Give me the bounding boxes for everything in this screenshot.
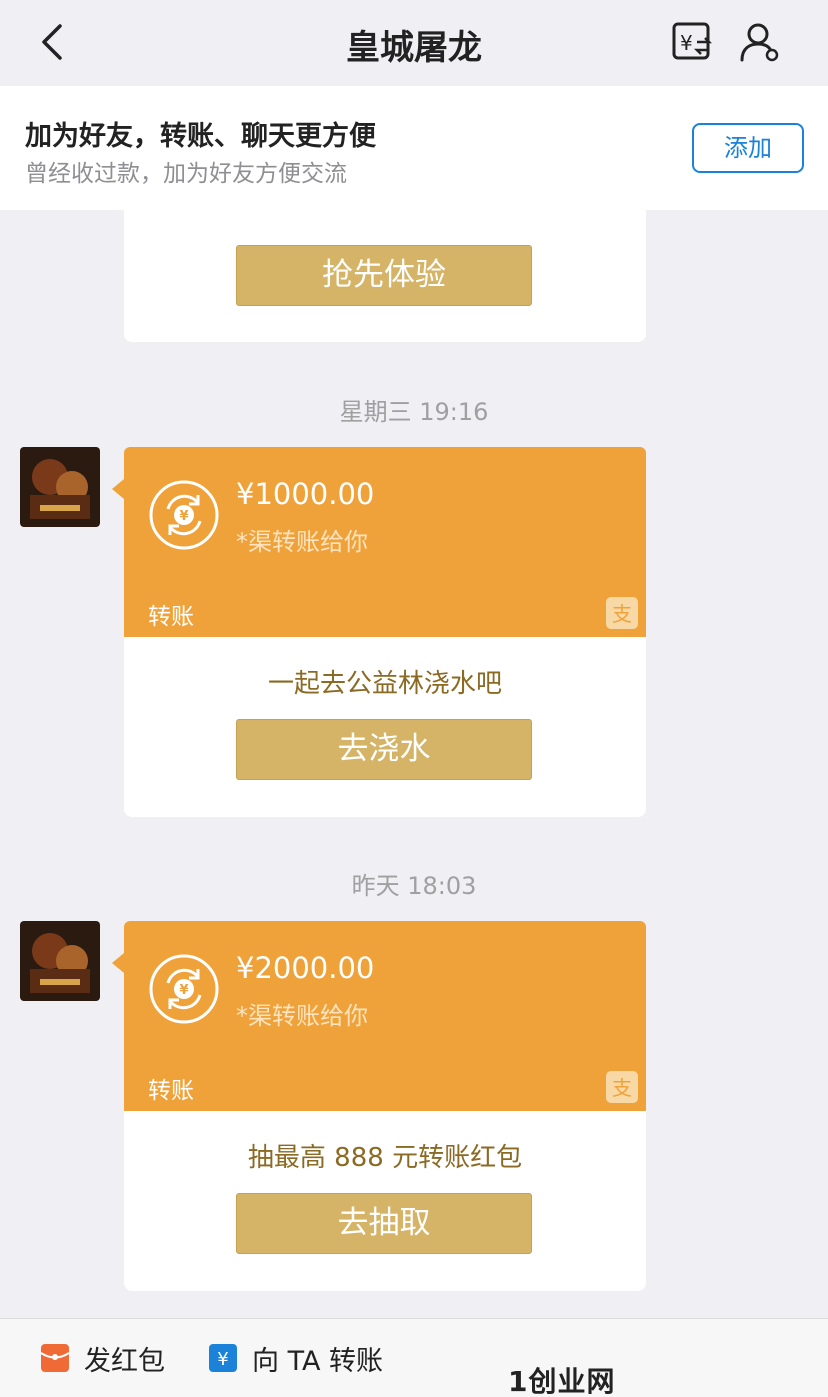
- transfer-message[interactable]: ¥ ¥2000.00 *渠转账给你 转账 支 抽最高 888 元转账红包 去抽取: [112, 921, 646, 1291]
- transfer-coin-icon: ¥: [149, 954, 219, 1024]
- go-draw-button[interactable]: 去抽取: [236, 1193, 532, 1254]
- add-friend-banner: 加为好友，转账、聊天更方便 曾经收过款，加为好友方便交流 添加: [0, 86, 828, 210]
- svg-text:¥: ¥: [680, 31, 693, 55]
- transfer-bubble[interactable]: ¥ ¥2000.00 *渠转账给你 转账 支: [112, 921, 646, 1111]
- transfer-label: 转账: [148, 1078, 194, 1104]
- bubble-tail: [112, 479, 124, 499]
- contact-profile-icon[interactable]: [738, 20, 782, 64]
- activity-description: 一起去公益林浇水吧: [267, 669, 502, 699]
- send-red-packet-button[interactable]: 发红包: [40, 1335, 165, 1381]
- svg-text:支: 支: [612, 602, 632, 626]
- message-timestamp: 昨天 18:03: [351, 872, 477, 900]
- activity-description: 抽最高 888 元转账红包: [247, 1143, 523, 1173]
- transfer-label: 转账: [148, 604, 194, 630]
- svg-text:¥: ¥: [179, 509, 188, 524]
- add-friend-subtitle: 曾经收过款，加为好友方便交流: [25, 161, 347, 187]
- go-water-button[interactable]: 去浇水: [236, 719, 532, 780]
- alipay-logo-icon: 支: [606, 597, 638, 629]
- add-friend-button[interactable]: 添加: [692, 123, 804, 173]
- bubble-tail: [112, 953, 124, 973]
- nav-bar: 皇城屠龙 ¥: [0, 0, 828, 86]
- transfer-message[interactable]: ¥ ¥1000.00 *渠转账给你 转账 支 一起去公益林浇水吧 去浇水: [112, 447, 646, 817]
- transfer-bubble[interactable]: ¥ ¥1000.00 *渠转账给你 转账 支: [112, 447, 646, 637]
- sender-avatar[interactable]: [20, 921, 100, 1001]
- svg-text:支: 支: [612, 1076, 632, 1100]
- transfer-icon: ¥: [209, 1344, 237, 1372]
- avatar-image: [20, 921, 100, 1001]
- transfer-to-ta-button[interactable]: ¥ 向 TA 转账: [208, 1335, 383, 1381]
- transfer-from: *渠转账给你: [236, 1002, 368, 1030]
- transfer-amount: ¥1000.00: [236, 477, 375, 511]
- transfer-amount: ¥2000.00: [236, 951, 375, 985]
- add-friend-title: 加为好友，转账、聊天更方便: [25, 121, 376, 152]
- site-watermark: 1创业网www.cywz1.com: [508, 1365, 616, 1397]
- transfer-to-ta-label: 向 TA 转账: [252, 1345, 384, 1377]
- transfer-activity-panel: 一起去公益林浇水吧 去浇水: [124, 637, 646, 817]
- send-red-packet-label: 发红包: [84, 1345, 165, 1377]
- avatar-image: [20, 447, 100, 527]
- red-packet-icon: [40, 1344, 70, 1372]
- alipay-logo-icon: 支: [606, 1071, 638, 1103]
- sender-avatar[interactable]: [20, 447, 100, 527]
- try-first-button[interactable]: 抢先体验: [236, 245, 532, 306]
- svg-text:¥: ¥: [217, 1349, 228, 1370]
- transfer-coin-icon: ¥: [149, 480, 219, 550]
- svg-text:¥: ¥: [179, 983, 188, 998]
- transfer-activity-panel: 抽最高 888 元转账红包 去抽取: [124, 1111, 646, 1291]
- message-timestamp: 星期三 19:16: [339, 398, 489, 426]
- transfer-record-icon[interactable]: ¥: [670, 20, 714, 64]
- transfer-from: *渠转账给你: [236, 528, 368, 556]
